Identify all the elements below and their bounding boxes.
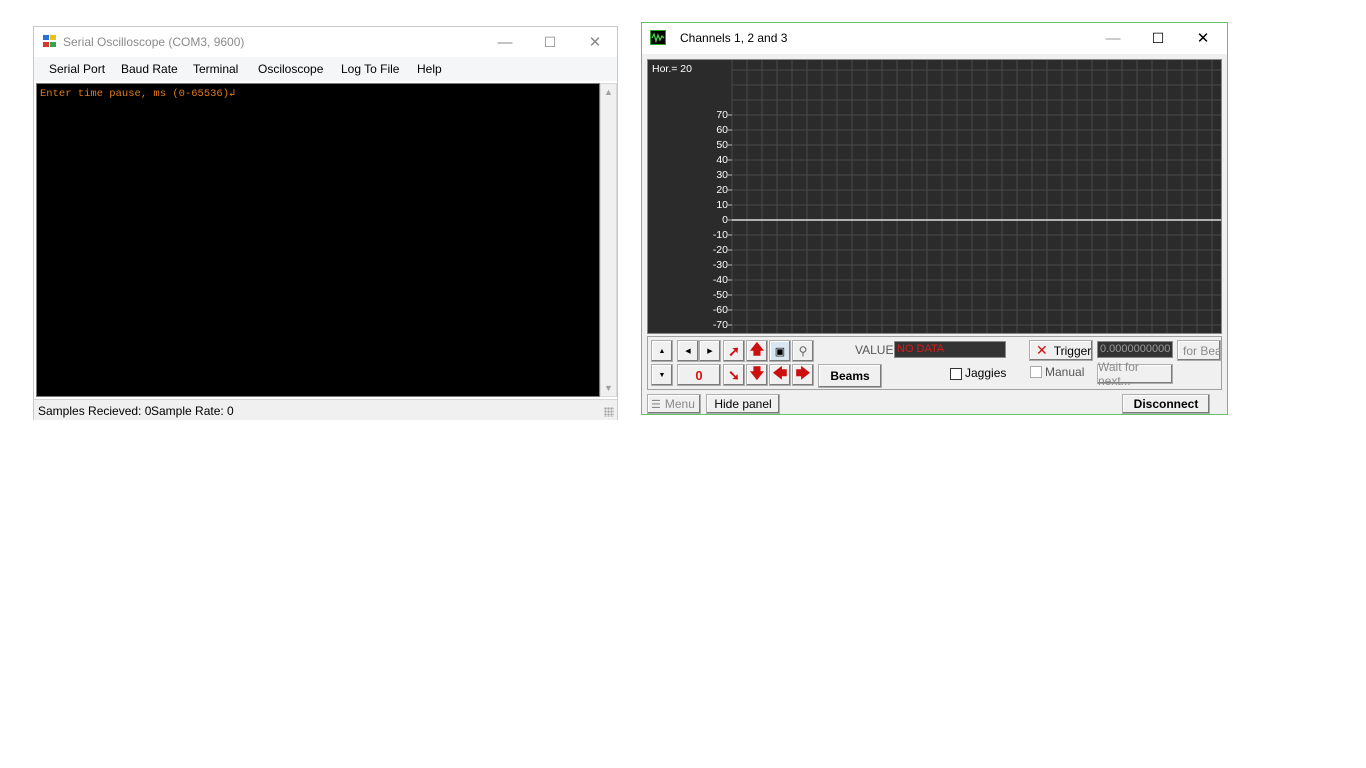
y-tick-label: 30 — [716, 169, 728, 181]
scope-app-icon — [650, 30, 666, 45]
window-title: Serial Oscilloscope (COM3, 9600) — [63, 35, 245, 49]
zoom-button[interactable]: ⚲ — [792, 340, 814, 362]
zero-offset-button[interactable]: 0 — [677, 364, 721, 386]
shift-left-button[interactable]: ◀ — [677, 340, 699, 362]
up-small-icon: ▲ — [658, 347, 666, 355]
y-tick-label: -50 — [712, 289, 728, 301]
menu-log-to-file[interactable]: Log To File — [341, 62, 399, 76]
y-tick-label: -30 — [712, 259, 728, 271]
minimize-button[interactable]: — — [1090, 23, 1136, 53]
samples-received: Samples Recieved: 0 — [38, 404, 152, 418]
shift-right-button[interactable]: ▶ — [699, 340, 721, 362]
wait-for-next-button[interactable]: Wait for next... — [1097, 360, 1173, 388]
channels-window: Channels 1, 2 and 3 — ☐ ✕ Hor.= 20 70 60 5… — [641, 22, 1228, 415]
menu-serial-port[interactable]: Serial Port — [49, 62, 105, 76]
terminal-line: Enter time pause, ms (0-65536)↲ — [40, 88, 236, 100]
y-tick-label: 0 — [722, 214, 728, 226]
arrow-up-icon: 🡅 — [749, 341, 765, 357]
scale-down-button[interactable]: ▼ — [651, 364, 673, 386]
disconnect-button[interactable]: Disconnect — [1122, 394, 1210, 414]
arrow-up-right-icon: ➚ — [728, 342, 740, 359]
window-title: Channels 1, 2 and 3 — [680, 31, 788, 45]
title-bar[interactable]: Serial Oscilloscope (COM3, 9600) — ☐ ✕ — [34, 27, 617, 57]
menu-osciloscope[interactable]: Osciloscope — [258, 62, 323, 76]
x-icon: ✕ — [1036, 342, 1048, 358]
status-bar: Samples Recieved: 0 Sample Rate: 0 — [34, 399, 617, 420]
menu-help[interactable]: Help — [417, 62, 442, 76]
menu-label: Menu — [664, 397, 695, 411]
oscilloscope-display[interactable]: Hor.= 20 70 60 50 40 30 20 10 0 -10 -20 -30 -40 -50 -… — [647, 59, 1222, 346]
maximize-button[interactable]: ☐ — [527, 27, 573, 57]
diag-up-button[interactable]: ➚ — [723, 340, 745, 362]
move-left-button[interactable]: 🡄 — [769, 364, 791, 386]
diag-down-button[interactable]: ➘ — [723, 364, 745, 386]
y-tick-label: 40 — [716, 154, 728, 166]
scroll-down-icon[interactable]: ▼ — [601, 380, 616, 396]
camera-icon: ▣ — [774, 345, 786, 358]
move-up-button[interactable]: 🡅 — [746, 340, 768, 362]
y-tick-label: -60 — [712, 304, 728, 316]
title-bar[interactable]: Channels 1, 2 and 3 — ☐ ✕ — [642, 23, 1227, 54]
manual-checkbox[interactable] — [1030, 366, 1042, 378]
serial-oscilloscope-window: Serial Oscilloscope (COM3, 9600) — ☐ ✕ S… — [33, 26, 618, 420]
menu-button[interactable]: ☰ Menu — [647, 394, 701, 414]
horizontal-scale-label: Hor.= 20 — [652, 63, 692, 75]
trigger-button[interactable]: ✕ Trigger — [1029, 340, 1093, 361]
arrow-down-left-icon: ➘ — [728, 366, 740, 383]
resize-grip-icon[interactable] — [604, 407, 614, 417]
trigger-level-field[interactable]: 0.0000000000 — [1097, 341, 1173, 358]
terminal-output[interactable]: Enter time pause, ms (0-65536)↲ — [36, 83, 600, 397]
magnifier-icon: ⚲ — [798, 344, 808, 358]
scale-up-button[interactable]: ▲ — [651, 340, 673, 362]
maximize-button[interactable]: ☐ — [1135, 23, 1181, 53]
jaggies-label: Jaggies — [965, 366, 1007, 380]
minimize-button[interactable]: — — [482, 27, 528, 57]
value-label: VALUE: — [855, 343, 897, 357]
y-tick-label: -10 — [712, 229, 728, 241]
screenshot-button[interactable]: ▣ — [769, 340, 791, 362]
close-button[interactable]: ✕ — [572, 27, 618, 57]
arrow-right-icon: 🡆 — [795, 365, 811, 381]
right-small-icon: ▶ — [707, 348, 713, 355]
for-beam-select[interactable]: for Beam — [1177, 340, 1221, 361]
manual-label: Manual — [1045, 365, 1085, 379]
y-tick-label: -20 — [712, 244, 728, 256]
control-panel: ▲ ▼ ◀ ▶ 0 ➚ 🡅 ▣ ⚲ ➘ 🡇 🡄 🡆 Beams VALUE: N… — [647, 336, 1222, 390]
menu-terminal[interactable]: Terminal — [193, 62, 238, 76]
value-field: NO DATA — [894, 341, 1006, 358]
y-tick-label: 50 — [716, 139, 728, 151]
down-small-icon: ▼ — [658, 371, 666, 379]
close-button[interactable]: ✕ — [1180, 23, 1226, 53]
app-icon — [43, 35, 57, 48]
left-small-icon: ◀ — [685, 348, 691, 355]
move-down-button[interactable]: 🡇 — [746, 364, 768, 386]
move-right-button[interactable]: 🡆 — [792, 364, 814, 386]
y-tick-label: -40 — [712, 274, 728, 286]
arrow-down-icon: 🡇 — [749, 365, 765, 381]
y-tick-label: 70 — [716, 109, 728, 121]
y-tick-label: 10 — [716, 199, 728, 211]
y-tick-label: 60 — [716, 124, 728, 136]
trigger-label: Trigger — [1053, 343, 1092, 358]
menu-baud-rate[interactable]: Baud Rate — [121, 62, 178, 76]
menu-bar: Serial Port Baud Rate Terminal Oscilosco… — [34, 57, 617, 81]
arrow-left-icon: 🡄 — [772, 365, 788, 381]
y-tick-label: 20 — [716, 184, 728, 196]
hide-panel-button[interactable]: Hide panel — [706, 394, 780, 414]
y-tick-label: -70 — [712, 319, 728, 331]
vertical-scrollbar[interactable]: ▲ ▼ — [600, 83, 617, 397]
sample-rate: Sample Rate: 0 — [151, 404, 234, 418]
menu-icon: ☰ — [651, 398, 661, 411]
beams-button[interactable]: Beams — [818, 364, 882, 388]
scroll-up-icon[interactable]: ▲ — [601, 84, 616, 100]
scope-grid — [728, 60, 1221, 333]
jaggies-checkbox[interactable] — [950, 368, 962, 380]
